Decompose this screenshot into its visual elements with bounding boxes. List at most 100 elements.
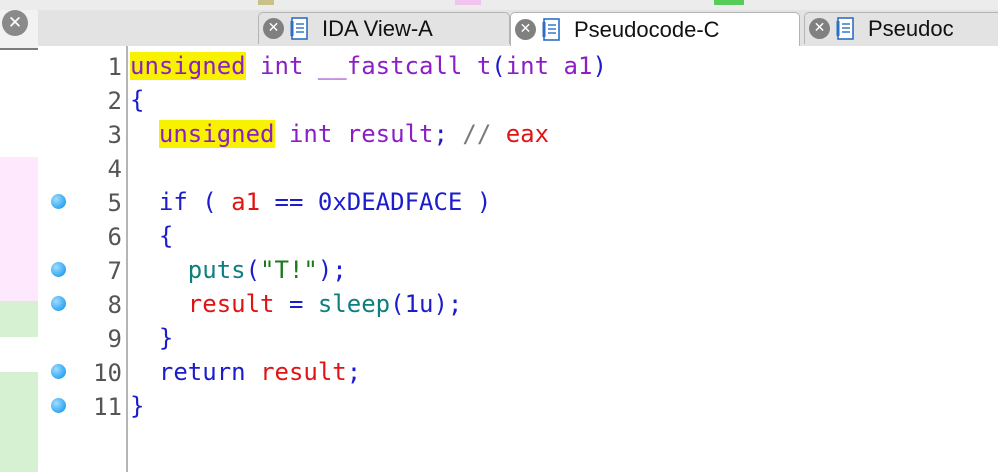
code-token: ( bbox=[187, 188, 232, 216]
pseudocode-view[interactable]: 1 unsigned int __fastcall t(int a1) 2{3 un… bbox=[38, 46, 998, 472]
tab-label: Pseudocode-C bbox=[574, 16, 720, 42]
document-icon bbox=[290, 16, 308, 40]
code-token: unsigned bbox=[130, 52, 246, 80]
code-line[interactable]: 8 result = sleep(1u); bbox=[38, 287, 998, 321]
line-number: 10 bbox=[93, 359, 122, 387]
code-token: ); bbox=[317, 256, 347, 284]
code-text: unsigned int result; // eax bbox=[130, 120, 550, 148]
line-number: 8 bbox=[107, 291, 122, 319]
document-icon bbox=[542, 17, 560, 41]
document-icon bbox=[836, 16, 854, 40]
code-token: } bbox=[130, 392, 145, 420]
code-token: "T!" bbox=[260, 256, 318, 284]
close-icon[interactable]: ✕ bbox=[809, 18, 830, 39]
line-number: 5 bbox=[107, 189, 122, 217]
code-token: // bbox=[462, 120, 506, 148]
code-token: 0xDEADFACE bbox=[317, 188, 463, 216]
line-number: 3 bbox=[107, 121, 122, 149]
code-text: { bbox=[130, 223, 173, 249]
tab-label: IDA View-A bbox=[322, 15, 433, 41]
code-token: == bbox=[260, 188, 318, 216]
code-token: if bbox=[158, 188, 188, 216]
code-line[interactable]: 10 return result; bbox=[38, 355, 998, 389]
code-line[interactable]: 9 } bbox=[38, 321, 998, 355]
code-text: result = sleep(1u); bbox=[130, 290, 463, 318]
code-token: ( bbox=[245, 256, 261, 284]
tab-label: Pseudoc bbox=[868, 15, 954, 41]
close-icon[interactable]: ✕ bbox=[515, 19, 536, 40]
code-token: int bbox=[288, 120, 333, 148]
code-token: return bbox=[158, 358, 246, 386]
line-number: 1 bbox=[107, 53, 122, 81]
code-line[interactable]: 2{ bbox=[38, 83, 998, 117]
code-line[interactable]: 11} bbox=[38, 389, 998, 423]
line-number: 7 bbox=[107, 257, 122, 285]
code-token: ( bbox=[390, 290, 405, 318]
left-band-green bbox=[0, 301, 38, 337]
code-token: result bbox=[187, 290, 275, 318]
code-token: = bbox=[274, 290, 318, 318]
code-line[interactable]: 4 bbox=[38, 151, 998, 185]
code-token: ; bbox=[433, 120, 463, 148]
breakpoint-dot-icon[interactable] bbox=[51, 296, 66, 311]
strip-swatch-2 bbox=[455, 0, 481, 5]
code-text: unsigned int __fastcall t(int a1) bbox=[130, 52, 607, 80]
code-text: return result; bbox=[130, 359, 361, 385]
code-line[interactable]: 6 { bbox=[38, 219, 998, 253]
code-line[interactable]: 7 puts("T!"); bbox=[38, 253, 998, 287]
line-number: 4 bbox=[107, 155, 122, 183]
code-token: ) bbox=[462, 188, 492, 216]
left-band-green-2 bbox=[0, 372, 38, 472]
code-token: sleep bbox=[317, 290, 391, 318]
code-line[interactable]: 3 unsigned int result; // eax bbox=[38, 117, 998, 151]
code-token: eax bbox=[505, 120, 550, 148]
code-text: { bbox=[130, 87, 144, 113]
tab-bar: ✕ IDA View-A ✕ Pseudocode-C ✕ Pseudoc bbox=[38, 10, 998, 47]
close-icon[interactable]: ✕ bbox=[263, 18, 284, 39]
code-token: __fastcall bbox=[317, 52, 463, 80]
line-number: 2 bbox=[107, 87, 122, 115]
line-number: 9 bbox=[107, 325, 122, 353]
code-token: ) bbox=[592, 52, 607, 80]
breakpoint-dot-icon[interactable] bbox=[51, 364, 66, 379]
strip-swatch-3 bbox=[714, 0, 744, 5]
tab-pseudocode-other[interactable]: ✕ Pseudoc bbox=[804, 12, 998, 44]
tab-pseudocode-c[interactable]: ✕ Pseudocode-C bbox=[510, 12, 800, 46]
tab-ida-view[interactable]: ✕ IDA View-A bbox=[258, 12, 510, 44]
code-token: } bbox=[130, 324, 174, 352]
code-token: { bbox=[130, 86, 145, 114]
line-number: 6 bbox=[107, 223, 122, 251]
code-token: puts bbox=[187, 256, 246, 284]
code-text: } bbox=[130, 325, 173, 351]
line-number: 11 bbox=[93, 393, 122, 421]
code-token: ; bbox=[346, 358, 362, 386]
code-token: int bbox=[505, 52, 550, 80]
code-line[interactable]: 5 if ( a1 == 0xDEADFACE ) bbox=[38, 185, 998, 219]
code-token: a1 bbox=[563, 52, 593, 80]
left-panel bbox=[0, 10, 40, 472]
left-band-pink bbox=[0, 157, 38, 301]
code-text: } bbox=[130, 393, 144, 419]
strip-swatch-1 bbox=[258, 0, 274, 5]
panel-close-icon[interactable]: ✕ bbox=[2, 10, 28, 36]
code-token: ( bbox=[491, 52, 506, 80]
code-token: result bbox=[346, 120, 434, 148]
breakpoint-dot-icon[interactable] bbox=[51, 194, 66, 209]
code-token: t bbox=[476, 52, 492, 80]
code-token: int bbox=[260, 52, 304, 80]
code-line[interactable]: 1 unsigned int __fastcall t(int a1) bbox=[38, 49, 998, 83]
breakpoint-dot-icon[interactable] bbox=[51, 398, 66, 413]
code-token: unsigned bbox=[158, 120, 275, 148]
breakpoint-dot-icon[interactable] bbox=[51, 262, 66, 277]
